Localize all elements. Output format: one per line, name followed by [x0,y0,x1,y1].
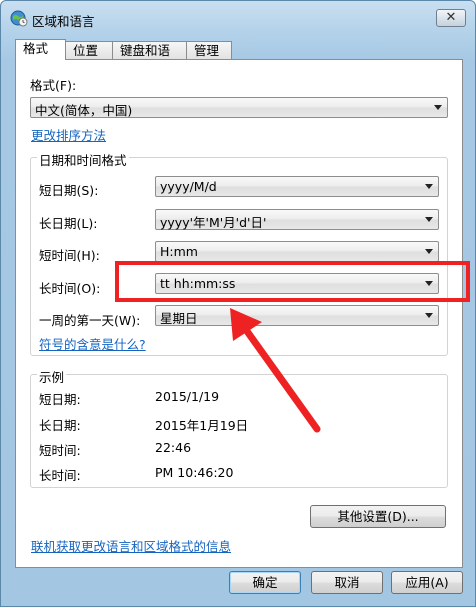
region-language-dialog: 区域和语言 ✕ 格式 位置 键盘和语言 管理 格式(F): 中文(简体，中国) … [0,0,476,607]
annotation-arrow-head [230,308,262,341]
tab-format[interactable]: 格式 [15,39,66,60]
annotation-arrow-shaft [240,323,321,433]
annotation-arrow [230,308,321,433]
